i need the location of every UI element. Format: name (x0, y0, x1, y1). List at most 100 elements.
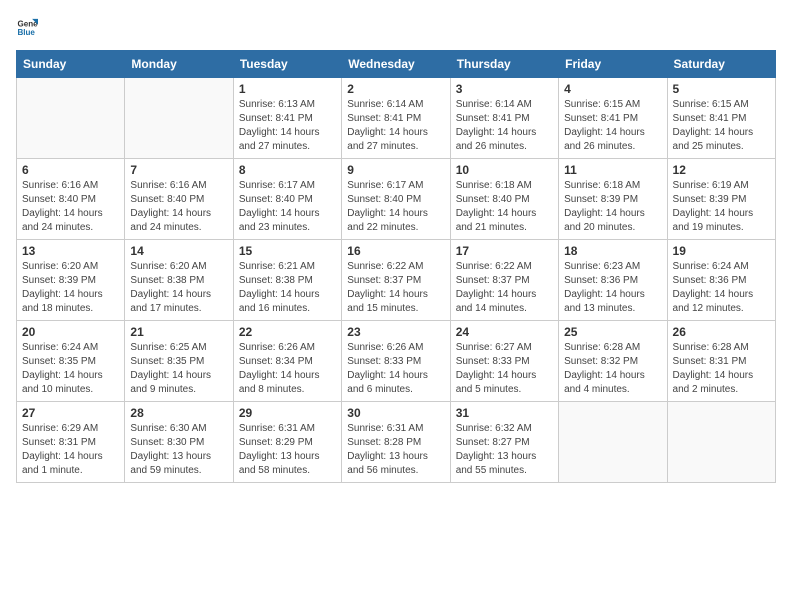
day-number: 11 (564, 163, 661, 177)
day-detail: Sunrise: 6:14 AM Sunset: 8:41 PM Dayligh… (456, 98, 553, 154)
calendar-cell: 25 Sunrise: 6:28 AM Sunset: 8:32 PM Dayli… (559, 321, 667, 402)
day-number: 3 (456, 82, 553, 96)
week-row-5: 27 Sunrise: 6:29 AM Sunset: 8:31 PM Dayli… (17, 402, 776, 483)
calendar-cell: 24 Sunrise: 6:27 AM Sunset: 8:33 PM Dayli… (450, 321, 558, 402)
calendar-cell: 20 Sunrise: 6:24 AM Sunset: 8:35 PM Dayli… (17, 321, 125, 402)
day-number: 6 (22, 163, 119, 177)
day-detail: Sunrise: 6:18 AM Sunset: 8:39 PM Dayligh… (564, 179, 661, 235)
day-number: 21 (130, 325, 227, 339)
calendar-cell: 2 Sunrise: 6:14 AM Sunset: 8:41 PM Daylig… (342, 78, 450, 159)
calendar-cell: 9 Sunrise: 6:17 AM Sunset: 8:40 PM Daylig… (342, 159, 450, 240)
calendar-cell: 27 Sunrise: 6:29 AM Sunset: 8:31 PM Dayli… (17, 402, 125, 483)
day-detail: Sunrise: 6:22 AM Sunset: 8:37 PM Dayligh… (347, 260, 444, 316)
svg-text:Blue: Blue (17, 28, 35, 37)
day-detail: Sunrise: 6:31 AM Sunset: 8:29 PM Dayligh… (239, 422, 336, 478)
calendar-cell: 13 Sunrise: 6:20 AM Sunset: 8:39 PM Dayli… (17, 240, 125, 321)
day-number: 25 (564, 325, 661, 339)
calendar-cell: 8 Sunrise: 6:17 AM Sunset: 8:40 PM Daylig… (233, 159, 341, 240)
calendar: SundayMondayTuesdayWednesdayThursdayFrid… (16, 50, 776, 483)
week-row-4: 20 Sunrise: 6:24 AM Sunset: 8:35 PM Dayli… (17, 321, 776, 402)
day-detail: Sunrise: 6:15 AM Sunset: 8:41 PM Dayligh… (564, 98, 661, 154)
day-detail: Sunrise: 6:17 AM Sunset: 8:40 PM Dayligh… (239, 179, 336, 235)
day-number: 14 (130, 244, 227, 258)
day-number: 10 (456, 163, 553, 177)
calendar-cell: 14 Sunrise: 6:20 AM Sunset: 8:38 PM Dayli… (125, 240, 233, 321)
day-detail: Sunrise: 6:13 AM Sunset: 8:41 PM Dayligh… (239, 98, 336, 154)
calendar-cell: 31Sunrise: 6:32 AM Sunset: 8:27 PM Dayli… (450, 402, 558, 483)
calendar-cell: 18 Sunrise: 6:23 AM Sunset: 8:36 PM Dayli… (559, 240, 667, 321)
day-number: 24 (456, 325, 553, 339)
day-detail: Sunrise: 6:14 AM Sunset: 8:41 PM Dayligh… (347, 98, 444, 154)
calendar-cell (125, 78, 233, 159)
calendar-cell: 22 Sunrise: 6:26 AM Sunset: 8:34 PM Dayli… (233, 321, 341, 402)
day-detail: Sunrise: 6:31 AM Sunset: 8:28 PM Dayligh… (347, 422, 444, 478)
day-number: 28 (130, 406, 227, 420)
day-number: 23 (347, 325, 444, 339)
day-detail: Sunrise: 6:23 AM Sunset: 8:36 PM Dayligh… (564, 260, 661, 316)
weekday-header-saturday: Saturday (667, 51, 775, 78)
day-detail: Sunrise: 6:17 AM Sunset: 8:40 PM Dayligh… (347, 179, 444, 235)
day-number: 5 (673, 82, 770, 96)
day-detail: Sunrise: 6:18 AM Sunset: 8:40 PM Dayligh… (456, 179, 553, 235)
calendar-cell: 30 Sunrise: 6:31 AM Sunset: 8:28 PM Dayli… (342, 402, 450, 483)
day-number: 4 (564, 82, 661, 96)
day-detail: Sunrise: 6:28 AM Sunset: 8:31 PM Dayligh… (673, 341, 770, 397)
day-detail: Sunrise: 6:26 AM Sunset: 8:34 PM Dayligh… (239, 341, 336, 397)
calendar-cell: 11 Sunrise: 6:18 AM Sunset: 8:39 PM Dayli… (559, 159, 667, 240)
week-row-2: 6 Sunrise: 6:16 AM Sunset: 8:40 PM Daylig… (17, 159, 776, 240)
calendar-cell: 16 Sunrise: 6:22 AM Sunset: 8:37 PM Dayli… (342, 240, 450, 321)
day-detail: Sunrise: 6:24 AM Sunset: 8:36 PM Dayligh… (673, 260, 770, 316)
calendar-cell: 1 Sunrise: 6:13 AM Sunset: 8:41 PM Daylig… (233, 78, 341, 159)
calendar-cell: 6 Sunrise: 6:16 AM Sunset: 8:40 PM Daylig… (17, 159, 125, 240)
day-number: 30 (347, 406, 444, 420)
calendar-cell: 15Sunrise: 6:21 AM Sunset: 8:38 PM Dayli… (233, 240, 341, 321)
logo: General Blue (16, 16, 38, 38)
calendar-cell: 12Sunrise: 6:19 AM Sunset: 8:39 PM Dayli… (667, 159, 775, 240)
day-detail: Sunrise: 6:30 AM Sunset: 8:30 PM Dayligh… (130, 422, 227, 478)
weekday-header-row: SundayMondayTuesdayWednesdayThursdayFrid… (17, 51, 776, 78)
calendar-cell: 17Sunrise: 6:22 AM Sunset: 8:37 PM Dayli… (450, 240, 558, 321)
day-detail: Sunrise: 6:26 AM Sunset: 8:33 PM Dayligh… (347, 341, 444, 397)
day-detail: Sunrise: 6:27 AM Sunset: 8:33 PM Dayligh… (456, 341, 553, 397)
day-detail: Sunrise: 6:28 AM Sunset: 8:32 PM Dayligh… (564, 341, 661, 397)
calendar-cell: 3 Sunrise: 6:14 AM Sunset: 8:41 PM Daylig… (450, 78, 558, 159)
weekday-header-tuesday: Tuesday (233, 51, 341, 78)
day-detail: Sunrise: 6:20 AM Sunset: 8:38 PM Dayligh… (130, 260, 227, 316)
logo-icon: General Blue (16, 16, 38, 38)
day-number: 13 (22, 244, 119, 258)
day-number: 31 (456, 406, 553, 420)
day-number: 29 (239, 406, 336, 420)
day-number: 8 (239, 163, 336, 177)
calendar-cell: 26 Sunrise: 6:28 AM Sunset: 8:31 PM Dayli… (667, 321, 775, 402)
weekday-header-thursday: Thursday (450, 51, 558, 78)
day-number: 9 (347, 163, 444, 177)
day-number: 19 (673, 244, 770, 258)
calendar-cell: 28 Sunrise: 6:30 AM Sunset: 8:30 PM Dayli… (125, 402, 233, 483)
header: General Blue (16, 16, 776, 38)
calendar-cell: 10 Sunrise: 6:18 AM Sunset: 8:40 PM Dayli… (450, 159, 558, 240)
day-detail: Sunrise: 6:16 AM Sunset: 8:40 PM Dayligh… (22, 179, 119, 235)
calendar-cell: 5Sunrise: 6:15 AM Sunset: 8:41 PM Daylig… (667, 78, 775, 159)
day-detail: Sunrise: 6:21 AM Sunset: 8:38 PM Dayligh… (239, 260, 336, 316)
calendar-cell: 23 Sunrise: 6:26 AM Sunset: 8:33 PM Dayli… (342, 321, 450, 402)
day-detail: Sunrise: 6:29 AM Sunset: 8:31 PM Dayligh… (22, 422, 119, 478)
day-detail: Sunrise: 6:22 AM Sunset: 8:37 PM Dayligh… (456, 260, 553, 316)
day-number: 18 (564, 244, 661, 258)
day-number: 20 (22, 325, 119, 339)
day-number: 1 (239, 82, 336, 96)
day-number: 2 (347, 82, 444, 96)
weekday-header-monday: Monday (125, 51, 233, 78)
day-number: 22 (239, 325, 336, 339)
calendar-cell: 4 Sunrise: 6:15 AM Sunset: 8:41 PM Daylig… (559, 78, 667, 159)
day-detail: Sunrise: 6:24 AM Sunset: 8:35 PM Dayligh… (22, 341, 119, 397)
day-number: 7 (130, 163, 227, 177)
calendar-cell (17, 78, 125, 159)
weekday-header-sunday: Sunday (17, 51, 125, 78)
calendar-cell (559, 402, 667, 483)
calendar-cell (667, 402, 775, 483)
day-number: 16 (347, 244, 444, 258)
day-detail: Sunrise: 6:16 AM Sunset: 8:40 PM Dayligh… (130, 179, 227, 235)
day-detail: Sunrise: 6:20 AM Sunset: 8:39 PM Dayligh… (22, 260, 119, 316)
day-number: 26 (673, 325, 770, 339)
day-number: 27 (22, 406, 119, 420)
